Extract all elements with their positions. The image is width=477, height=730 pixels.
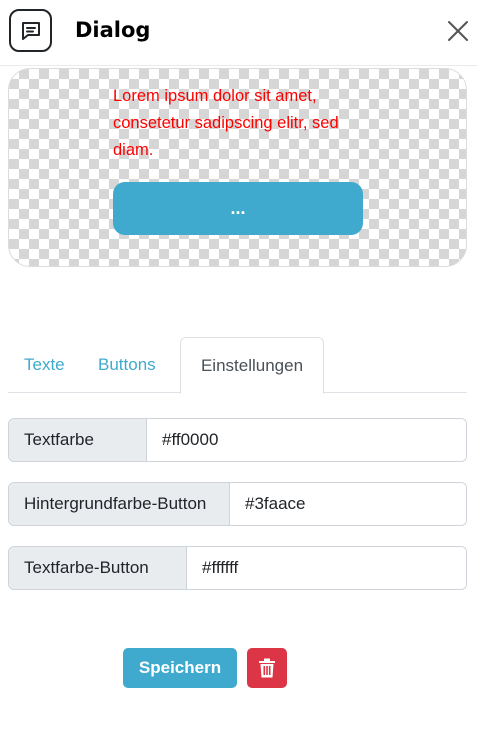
- textfarbe-input[interactable]: [147, 419, 466, 461]
- message-square-icon: [9, 9, 52, 52]
- preview-button[interactable]: ...: [113, 182, 363, 235]
- setting-row-hintergrundfarbe-button: Hintergrundfarbe-Button: [8, 482, 467, 526]
- settings-tabs: Texte Buttons Einstellungen: [8, 337, 467, 394]
- delete-button[interactable]: [247, 648, 287, 688]
- dialog-header: Dialog: [0, 0, 477, 66]
- dialog-title: Dialog: [75, 18, 151, 42]
- tab-texte[interactable]: Texte: [24, 337, 65, 393]
- setting-label: Textfarbe-Button: [9, 547, 187, 589]
- preview-text: Lorem ipsum dolor sit amet, consetetur s…: [113, 87, 339, 159]
- dialog-preview: Lorem ipsum dolor sit amet, consetetur s…: [8, 68, 467, 267]
- trash-icon: [259, 658, 275, 678]
- textfarbe-button-input[interactable]: [187, 547, 466, 589]
- setting-label: Hintergrundfarbe-Button: [9, 483, 230, 525]
- save-button[interactable]: Speichern: [123, 648, 237, 688]
- tab-einstellungen[interactable]: Einstellungen: [180, 337, 324, 394]
- hintergrundfarbe-button-input[interactable]: [230, 483, 466, 525]
- setting-row-textfarbe: Textfarbe: [8, 418, 467, 462]
- setting-row-textfarbe-button: Textfarbe-Button: [8, 546, 467, 590]
- close-icon[interactable]: [446, 19, 470, 43]
- setting-label: Textfarbe: [9, 419, 147, 461]
- tab-buttons[interactable]: Buttons: [98, 337, 156, 393]
